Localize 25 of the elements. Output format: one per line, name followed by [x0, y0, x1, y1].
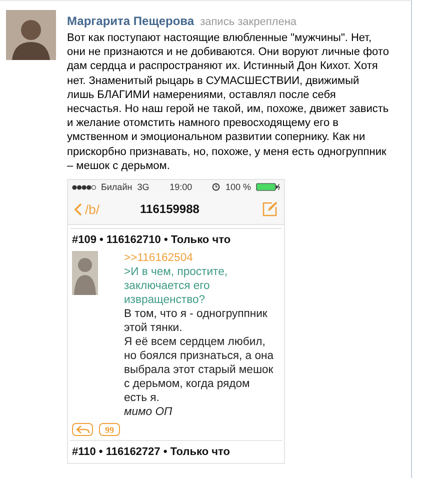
time-text: 19:00 — [170, 182, 192, 192]
message-text: Я её всем сердцем любил, но боялся признаться, а она выбрала этот старый мешок с дерьмом, когда рядом есть я. — [124, 335, 274, 406]
quoted-text: >И в чем, простите, заключается его извращенство? — [124, 265, 228, 308]
pinned-note: запись закреплена — [200, 16, 297, 28]
author-name[interactable]: Маргарита Пещерова — [67, 14, 194, 28]
chevron-icon — [74, 202, 82, 216]
reply-link[interactable]: >>116162504 — [124, 251, 274, 266]
signal-icon — [72, 184, 96, 190]
battery-icon — [256, 183, 280, 192]
post-text: Вот как поступают настоящие влюбленные "мужчины". Нет, они не признаются и не добиваются. Они воруют личные фото дам сердца и распространяют их. Истинный Дон Кихот. Хотя нет. Знаменитый рыцарь в СУМАСШЕСТВИИ, движимый лишь БЛАГИМИ намерениями, оставлял после себя несчастья. Но наш герой не такой, им, похоже, движет зависть и желание отомстить намного превосходящему его в умственном и эмоциональном развитии сопернику. Как ни прискорбно признавать, но, похоже, у меня есть одногруппник – мешок с дерьмом. — [67, 31, 389, 174]
battery-text: 100 % — [225, 182, 251, 192]
network-text: 3G — [137, 182, 150, 192]
compose-icon[interactable] — [262, 201, 278, 218]
thread-title: 116159988 — [139, 202, 200, 216]
avatar-icon[interactable] — [6, 10, 56, 60]
signature-text: мимо ОП — [124, 405, 174, 420]
carrier-text: Билайн — [101, 182, 132, 192]
quote-button[interactable]: 99 — [99, 423, 120, 436]
alarm-icon — [212, 183, 220, 192]
back-button[interactable]: /b/ — [74, 202, 100, 217]
reply-button[interactable] — [72, 423, 93, 436]
post-header: #109 • 116162710 • Только что — [71, 233, 232, 248]
message-text: В том, что я - одногруппник этой тянки. — [124, 307, 268, 336]
post-header: #110 • 116162727 • Только что — [71, 445, 231, 460]
avatar-icon — [72, 251, 98, 296]
